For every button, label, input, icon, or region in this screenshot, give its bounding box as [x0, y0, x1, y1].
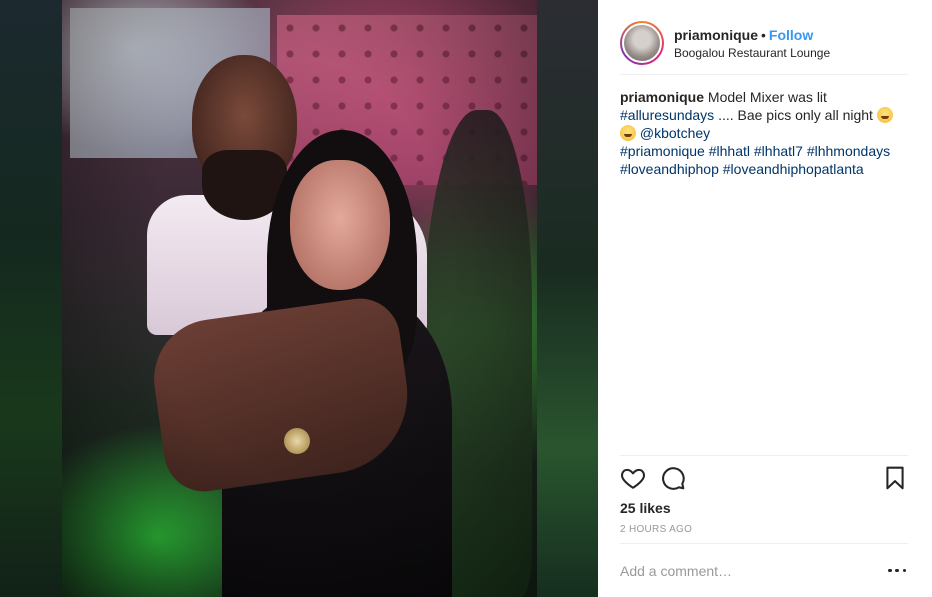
- smiling-face-emoji-icon: [620, 125, 636, 141]
- hashtag-link[interactable]: #lhhatl: [709, 143, 750, 159]
- more-dot: [888, 568, 892, 573]
- hashtag-link[interactable]: #lhhmondays: [807, 143, 890, 159]
- post-caption: priamonique Model Mixer was lit #allures…: [620, 88, 908, 178]
- hashtag-link[interactable]: #lhhatl7: [754, 143, 803, 159]
- heart-icon[interactable]: [620, 465, 646, 491]
- more-options-icon[interactable]: [886, 563, 908, 579]
- hashtag-link[interactable]: #priamonique: [620, 143, 705, 159]
- photo-vignette: [62, 0, 537, 597]
- header-user-row: priamonique • Follow: [674, 26, 830, 44]
- action-icons-row: [620, 465, 908, 491]
- mention-link[interactable]: @kbotchey: [640, 125, 710, 141]
- post-actions: 25 likes 2 HOURS AGO: [620, 455, 908, 542]
- caption-text: Model Mixer was lit: [707, 89, 827, 105]
- post-media[interactable]: [0, 0, 598, 597]
- comment-input[interactable]: [620, 562, 886, 579]
- smiling-face-emoji-icon: [876, 107, 893, 123]
- likes-count[interactable]: 25 likes: [620, 500, 671, 516]
- post-timestamp[interactable]: 2 HOURS AGO: [620, 524, 692, 535]
- hashtag-link[interactable]: #loveandhiphop: [620, 161, 719, 177]
- separator-dot: •: [761, 27, 766, 43]
- follow-button[interactable]: Follow: [769, 27, 813, 43]
- hashtag-link[interactable]: #loveandhiphopatlanta: [723, 161, 864, 177]
- header-text: priamonique • Follow Boogalou Restaurant L…: [674, 26, 830, 60]
- post-side-panel: priamonique • Follow Boogalou Restaurant L…: [598, 0, 932, 597]
- more-dot: [895, 568, 899, 573]
- location-link[interactable]: Boogalou Restaurant Lounge: [674, 46, 830, 60]
- avatar[interactable]: [622, 23, 662, 63]
- username-link[interactable]: priamonique: [674, 27, 758, 43]
- hashtag-link[interactable]: #alluresundays: [620, 107, 714, 123]
- more-dot: [902, 568, 906, 573]
- media-blur-left: [0, 0, 62, 597]
- avatar-story-ring[interactable]: [620, 21, 664, 65]
- caption-username[interactable]: priamonique: [620, 89, 704, 105]
- comment-bubble-icon[interactable]: [660, 465, 686, 491]
- media-blur-right: [537, 0, 598, 597]
- caption-text: .... Bae pics only all night: [718, 107, 873, 123]
- comment-bar: [620, 543, 908, 597]
- post-photo[interactable]: [62, 0, 537, 597]
- bookmark-icon[interactable]: [882, 465, 908, 491]
- post-header: priamonique • Follow Boogalou Restaurant L…: [620, 12, 908, 75]
